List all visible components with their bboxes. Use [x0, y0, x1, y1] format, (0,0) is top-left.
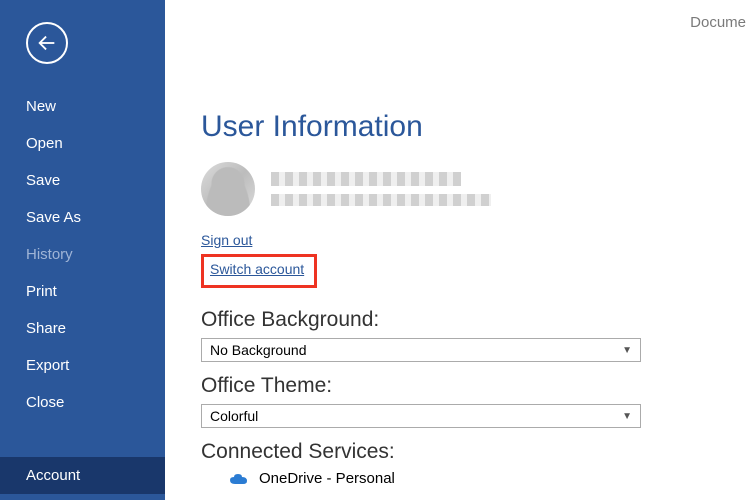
redacted-user-details	[271, 172, 491, 206]
office-background-dropdown[interactable]: No Background ▼	[201, 338, 641, 362]
avatar	[201, 162, 255, 216]
user-row	[201, 162, 746, 216]
office-background-label: Office Background:	[201, 308, 746, 332]
office-theme-label: Office Theme:	[201, 374, 746, 398]
backstage-sidebar: New Open Save Save As History Print Shar…	[0, 0, 165, 500]
sidebar-item-new[interactable]: New	[0, 88, 165, 125]
office-background-value: No Background	[210, 342, 307, 358]
chevron-down-icon: ▼	[622, 345, 632, 356]
sidebar-item-history[interactable]: History	[0, 236, 165, 273]
connected-service-row: OneDrive - Personal	[201, 470, 746, 487]
sidebar-item-export[interactable]: Export	[0, 347, 165, 384]
office-theme-dropdown[interactable]: Colorful ▼	[201, 404, 641, 428]
sidebar-item-save[interactable]: Save	[0, 162, 165, 199]
sidebar-item-open[interactable]: Open	[0, 125, 165, 162]
back-button[interactable]	[26, 22, 68, 64]
chevron-down-icon: ▼	[622, 411, 632, 422]
connected-service-name: OneDrive - Personal	[259, 470, 395, 487]
switch-account-highlight: Switch account	[201, 254, 317, 288]
sidebar-spacer	[0, 421, 165, 457]
user-information-heading: User Information	[201, 110, 746, 144]
sidebar-item-save-as[interactable]: Save As	[0, 199, 165, 236]
office-theme-value: Colorful	[210, 408, 258, 424]
connected-services-label: Connected Services:	[201, 440, 746, 464]
arrow-left-icon	[36, 32, 58, 54]
sidebar-item-close[interactable]: Close	[0, 384, 165, 421]
sign-out-link[interactable]: Sign out	[201, 232, 252, 248]
sidebar-item-print[interactable]: Print	[0, 273, 165, 310]
sidebar-item-account[interactable]: Account	[0, 457, 165, 494]
sidebar-item-share[interactable]: Share	[0, 310, 165, 347]
redacted-email	[271, 194, 491, 206]
window-title-fragment: Docume	[690, 14, 746, 31]
redacted-name	[271, 172, 461, 186]
account-pane: Docume User Information Sign out Switch …	[165, 0, 746, 500]
switch-account-link[interactable]: Switch account	[210, 261, 304, 277]
onedrive-icon	[229, 472, 249, 486]
